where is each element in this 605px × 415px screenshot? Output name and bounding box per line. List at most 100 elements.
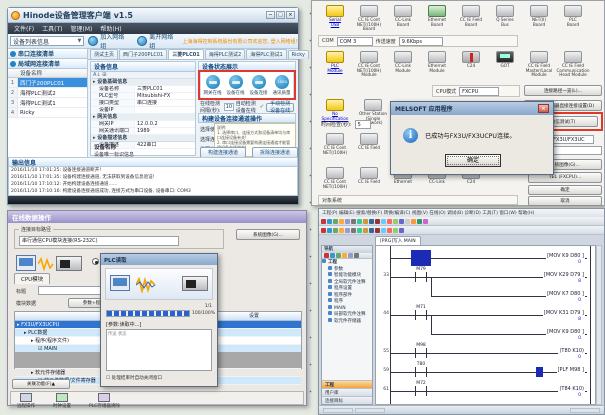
ladder-rung[interactable]: 61M72(T84 K10)0 [391, 382, 589, 401]
toolbar-icon[interactable] [357, 219, 362, 224]
gx-document-tab[interactable]: [PRG]写入 MAIN [375, 236, 421, 245]
toolbar-icon[interactable] [387, 228, 392, 233]
maximize-button[interactable]: □ [276, 11, 285, 19]
property-group[interactable]: ▸ 网关信息 [91, 114, 195, 121]
ladder-rung[interactable]: 44M71[MOV K31 D79 ]8 [391, 306, 589, 325]
connection-list-button[interactable]: 连接路径一览(L)... [524, 85, 602, 96]
toolbar-icon[interactable] [339, 219, 344, 224]
property-group[interactable]: ▸ 设备基础信息 [91, 79, 195, 86]
toolbar-icon[interactable] [363, 228, 368, 233]
function-2[interactable]: 时钟设置 [53, 393, 71, 409]
toolbar-icon[interactable] [327, 228, 332, 233]
coex-cc-ie-field[interactable]: CC IE Field [352, 167, 386, 189]
toolbar-icon[interactable] [354, 253, 359, 258]
property-row[interactable]: PLC型号Mitsubishi-FX [91, 93, 195, 100]
toolbar-icon[interactable] [345, 219, 350, 224]
toolbar-icon[interactable] [357, 228, 362, 233]
cc-ie-field-board[interactable]: CC IE Field Board [454, 5, 488, 32]
gx-menu-bar[interactable]: 工程(P) 编辑(E) 搜索/替换(F) 转换/编译(C) 视图(V) 在线(O… [319, 209, 604, 217]
toolbar-icon[interactable] [381, 228, 386, 233]
toolbar-icon[interactable] [345, 228, 350, 233]
toolbar-icon[interactable] [330, 253, 335, 258]
netii-board[interactable]: NET(II) Board [522, 5, 556, 32]
tab-三菱PLC01[interactable]: 三菱PLC01 [168, 49, 203, 59]
tab-海得PLC测试1[interactable]: 海得PLC测试1 [246, 49, 286, 59]
toolbar-icon[interactable] [342, 253, 347, 258]
auto-close-option[interactable]: ☐ 处理结束时自动关闭窗口 [106, 375, 162, 381]
property-sort-bar[interactable]: A↓ ⊞ [91, 72, 195, 79]
gx-toolbar-2[interactable] [319, 226, 604, 235]
selected-cell[interactable] [411, 250, 431, 266]
tab-cpu-module[interactable]: CPU模块 [14, 273, 50, 284]
toolbar-icon[interactable] [411, 219, 416, 224]
toolbar-icon[interactable] [324, 253, 329, 258]
speed-field[interactable]: 9.6Kbps [399, 37, 443, 46]
toolbar-icon[interactable] [393, 228, 398, 233]
interval-input[interactable]: 10 [224, 103, 234, 111]
ladder-editor[interactable]: [MOV K9 D80 ]033M79[MOV K29 D79 ]8[MOV K… [375, 245, 596, 405]
property-row[interactable]: 设备IP [91, 107, 195, 114]
ethernet-board[interactable]: Ethernet Board [420, 5, 454, 32]
toolbar-icon[interactable] [387, 219, 392, 224]
toolbar-icon[interactable] [369, 219, 374, 224]
toolbar-icon[interactable] [339, 228, 344, 233]
nav-button-用户库[interactable]: 用户库 [322, 388, 372, 396]
property-row[interactable]: 接口类型串口连接 [91, 100, 195, 107]
property-row[interactable]: 网关通讯端口1989 [91, 128, 195, 135]
cc-ie-field-master[interactable]: CC IE Field Master/Local Module [522, 51, 556, 78]
c24-module[interactable]: C24 [454, 51, 488, 78]
ladder-rung[interactable]: 33M79[MOV K29 D79 ]8 [391, 268, 589, 287]
sidebar-section-lan[interactable]: 局域网连接清单 [8, 59, 87, 69]
tab-海得PLC测试2[interactable]: 海得PLC测试2 [205, 49, 245, 59]
function-3[interactable]: PLC存储器清除 [89, 393, 120, 409]
output-log[interactable]: 2016/11/10 17:01:25: 设备连接通道断开!2016/11/10… [8, 166, 298, 196]
ladder-rung[interactable]: [MOV K9 D80 ]0 [391, 325, 589, 344]
manual-check-button[interactable]: 手动检测设备在线 [266, 103, 294, 112]
toolbar-icon[interactable] [351, 228, 356, 233]
minimize-button[interactable]: − [266, 11, 275, 19]
nav-button-连接目标[interactable]: 连接目标 [322, 396, 372, 404]
toolbar-icon[interactable] [399, 228, 404, 233]
toolbar-icon[interactable] [333, 219, 338, 224]
plc-board[interactable]: PLC Board [556, 5, 590, 32]
close-icon[interactable]: × [538, 104, 549, 113]
cc-ie-cont-module[interactable]: CC IE Cont NET(/100H) Module [352, 51, 386, 78]
nav-button-工程[interactable]: 工程 [322, 380, 372, 388]
ladder-rung[interactable]: [MOV K7 D80 ]0 [391, 287, 589, 306]
menu-item[interactable]: 文件(F) [14, 24, 34, 33]
ladder-rung[interactable]: 59T80[PLF M98 ] [391, 363, 589, 382]
toolbar-icon[interactable] [375, 219, 380, 224]
property-row[interactable]: 网关IP12.0.0.2 [91, 121, 195, 128]
serial-usb[interactable]: Serial USB [318, 5, 352, 32]
q-series-bus[interactable]: Q Series Bus [488, 5, 522, 32]
toolbar-icon[interactable] [363, 219, 368, 224]
property-row[interactable]: 设备名称三菱PLC01 [91, 86, 195, 93]
cc-ie-field-head[interactable]: CC IE Field Communication Head Module [556, 51, 590, 78]
ethernet-module[interactable]: Ethernet Module [420, 51, 454, 78]
function-1[interactable]: 远程操作 [17, 393, 35, 409]
device-list-combo[interactable]: 设备列表信息▼ [10, 36, 84, 46]
tab-西门子200PLC01[interactable]: 西门子200PLC01 [119, 49, 167, 59]
plc-read-title[interactable]: PLC读取 [101, 254, 217, 265]
device-row[interactable]: 3海得PLC测试1 [8, 98, 87, 108]
toolbar-icon[interactable] [351, 219, 356, 224]
toolbar-icon[interactable] [369, 228, 374, 233]
device-row[interactable]: 2海得PLC测试2 [8, 88, 87, 98]
transfer-list[interactable]: 传送 状态 [106, 329, 212, 371]
ladder-rung[interactable]: [MOV K9 D80 ]0 [391, 249, 589, 268]
toolbar-icon[interactable] [333, 228, 338, 233]
toolbar-icon[interactable] [336, 253, 341, 258]
got-module[interactable]: GOT [488, 51, 522, 78]
nav-item-局部软元件注释[interactable]: 局部软元件注释 [322, 311, 372, 318]
via-cc-ie-cont[interactable]: CC IE Cont NET(/100H) [318, 133, 352, 155]
related-functions-button[interactable]: 关联功能(F)▲ [12, 379, 70, 389]
menu-item[interactable]: 工具(T) [42, 24, 62, 33]
com-field[interactable]: COM 3 [337, 37, 373, 46]
check-icon[interactable]: ✓ [260, 104, 265, 110]
leave-network-button[interactable]: 离开网络组 [133, 35, 182, 47]
toolbar-icon[interactable] [393, 219, 398, 224]
gx-toolbar-1[interactable] [319, 217, 604, 226]
toolbar-icon[interactable] [405, 219, 410, 224]
melsoft-title-bar[interactable]: MELSOFT 应用程序 × [391, 102, 553, 115]
device-row[interactable]: 4Ricky [8, 108, 87, 118]
